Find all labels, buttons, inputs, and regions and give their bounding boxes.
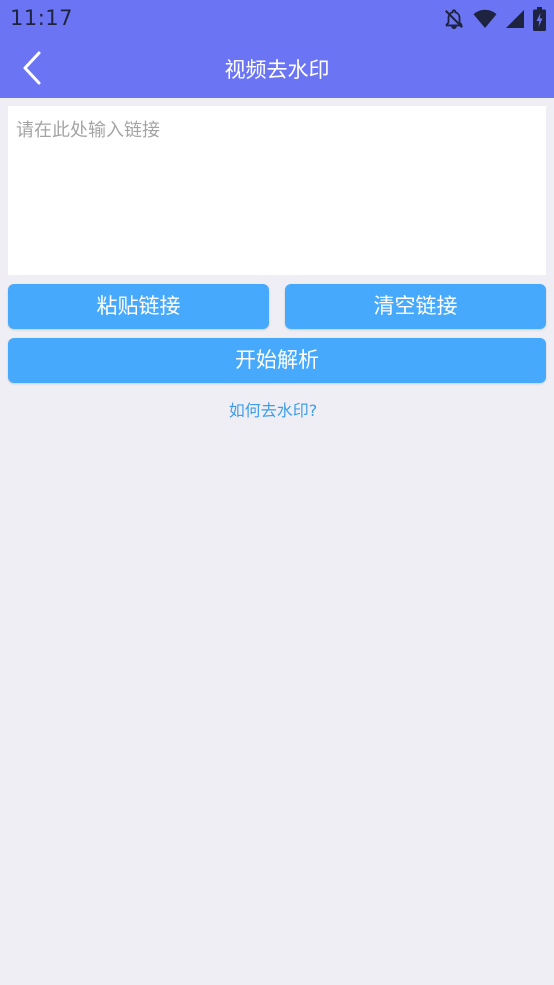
wifi-icon bbox=[473, 9, 497, 29]
clear-link-button[interactable]: 清空链接 bbox=[285, 284, 546, 329]
start-parse-button[interactable]: 开始解析 bbox=[8, 338, 546, 383]
app-bar: 视频去水印 bbox=[0, 38, 554, 98]
status-bar: 11:17 bbox=[0, 0, 554, 38]
page-title: 视频去水印 bbox=[224, 58, 330, 82]
notifications-off-icon bbox=[443, 8, 465, 30]
back-button[interactable] bbox=[12, 48, 52, 88]
link-input[interactable] bbox=[8, 106, 546, 275]
signal-icon bbox=[505, 9, 525, 29]
how-to-remove-watermark-link[interactable]: 如何去水印? bbox=[0, 397, 546, 421]
status-time: 11:17 bbox=[10, 6, 74, 30]
battery-charging-icon bbox=[533, 7, 546, 31]
status-icons bbox=[443, 7, 546, 31]
chevron-left-icon bbox=[23, 51, 41, 85]
paste-link-button[interactable]: 粘贴链接 bbox=[8, 284, 269, 329]
